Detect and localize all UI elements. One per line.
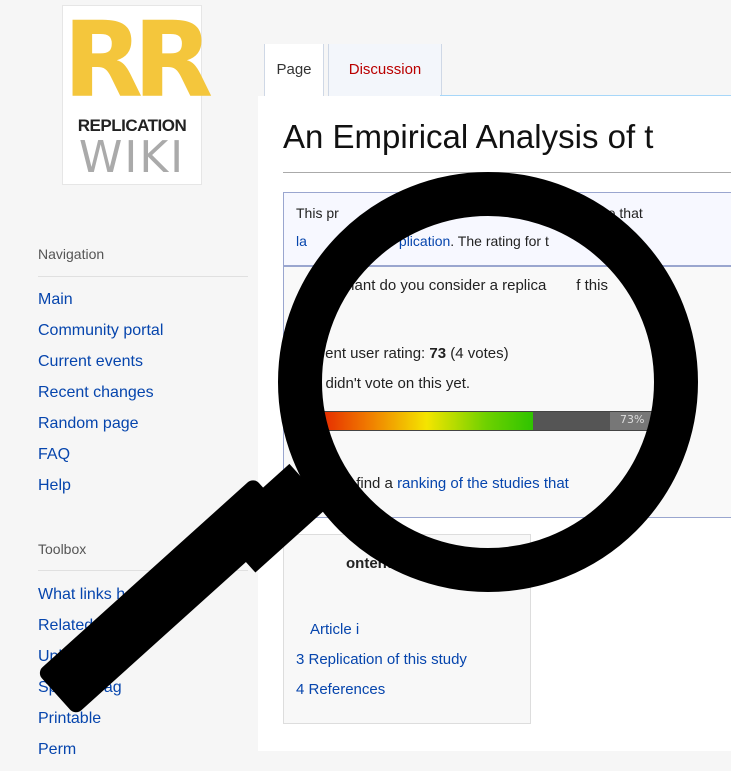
tab-discussion[interactable]: Discussion (328, 44, 442, 96)
page-title: An Empirical Analysis of t (283, 118, 654, 155)
logo-wiki: WIKI (78, 132, 186, 183)
toc-item-article[interactable]: Article i (310, 621, 359, 638)
logo-letters: RR (63, 0, 213, 121)
notice-text-start: This pr (296, 205, 339, 221)
toolbox-heading: Toolbox (38, 541, 87, 557)
nav-item-recent-changes[interactable]: Recent changes (38, 383, 163, 414)
magnifier-lens-icon (278, 172, 698, 592)
content-top-border (440, 95, 731, 96)
navigation-list: Main Community portal Current events Rec… (38, 290, 163, 507)
navigation-divider (38, 276, 248, 277)
nav-item-faq[interactable]: FAQ (38, 445, 163, 476)
toolbox-item-permanent-link[interactable]: Perm (38, 740, 158, 771)
toolbox-item-printable[interactable]: Printable (38, 709, 158, 740)
nav-item-main[interactable]: Main (38, 290, 163, 321)
toc-item-references[interactable]: 4 References (296, 681, 385, 698)
nav-item-current-events[interactable]: Current events (38, 352, 163, 383)
toc-item-replication[interactable]: 3 Replication of this study (296, 651, 467, 668)
site-logo[interactable]: RR REPLICATION WIKI (62, 0, 213, 185)
nav-item-random-page[interactable]: Random page (38, 414, 163, 445)
nav-item-help[interactable]: Help (38, 476, 163, 507)
tab-page[interactable]: Page (264, 44, 324, 96)
nav-item-community-portal[interactable]: Community portal (38, 321, 163, 352)
notice-link-a[interactable]: la (296, 233, 307, 249)
navigation-heading: Navigation (38, 246, 105, 262)
